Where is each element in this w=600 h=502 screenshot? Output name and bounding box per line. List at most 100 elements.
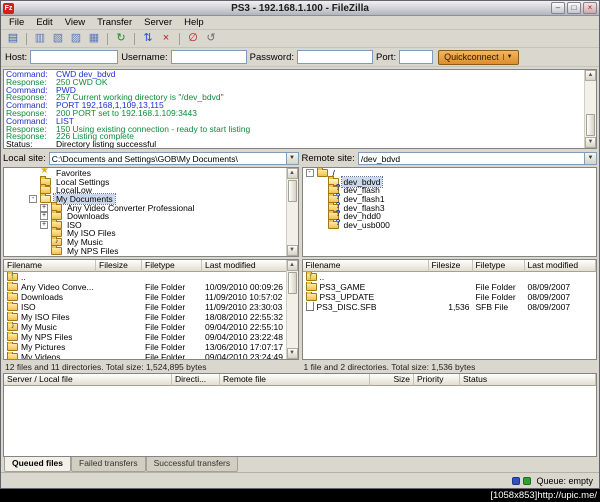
scrollbar-track[interactable]: [287, 295, 298, 348]
scroll-up-icon[interactable]: ▲: [287, 260, 298, 271]
expander-icon[interactable]: -: [306, 169, 314, 177]
menu-view[interactable]: View: [59, 17, 91, 28]
username-input[interactable]: [171, 50, 247, 64]
column-header[interactable]: Filename: [4, 260, 96, 272]
tab-queued-files[interactable]: Queued files: [4, 457, 71, 472]
menu-server[interactable]: Server: [138, 17, 178, 28]
menu-edit[interactable]: Edit: [30, 17, 58, 28]
column-header[interactable]: Server / Local file: [4, 374, 172, 386]
transfer-queue-list[interactable]: [4, 386, 596, 456]
tree-item[interactable]: Favorites: [4, 169, 298, 178]
refresh-button[interactable]: ↻: [112, 31, 130, 47]
expander-icon[interactable]: +: [40, 212, 48, 220]
file-row[interactable]: ISO File Folder 11/09/2010 23:30:03: [4, 302, 298, 312]
file-row[interactable]: Downloads File Folder 11/09/2010 10:57:0…: [4, 292, 298, 302]
file-row[interactable]: Any Video Conve... File Folder 10/09/201…: [4, 282, 298, 292]
file-row[interactable]: My Music File Folder 09/04/2010 22:55:10: [4, 322, 298, 332]
toggle-message-log-button[interactable]: ▥: [31, 31, 49, 47]
menu-help[interactable]: Help: [178, 17, 210, 28]
column-header[interactable]: Filename: [303, 260, 429, 272]
column-header[interactable]: Last modified: [525, 260, 597, 272]
column-header[interactable]: Status: [460, 374, 596, 386]
scroll-down-icon[interactable]: ▼: [585, 137, 596, 148]
menu-transfer[interactable]: Transfer: [91, 17, 138, 28]
menu-file[interactable]: File: [3, 17, 30, 28]
column-header[interactable]: Filesize: [429, 260, 473, 272]
reconnect-button[interactable]: ↺: [202, 31, 220, 47]
scrollbar-thumb[interactable]: [288, 180, 297, 202]
column-header[interactable]: Filetype: [142, 260, 202, 272]
minimize-button[interactable]: –: [551, 2, 565, 14]
log-scrollbar[interactable]: ▲ ▼: [584, 70, 596, 148]
host-input[interactable]: [30, 50, 118, 64]
column-header[interactable]: Size: [370, 374, 414, 386]
file-row[interactable]: My NPS Files File Folder 09/04/2010 23:2…: [4, 332, 298, 342]
port-input[interactable]: [399, 50, 433, 64]
password-input[interactable]: [297, 50, 373, 64]
tree-item[interactable]: + Any Video Converter Professional: [4, 203, 298, 212]
remote-path-input[interactable]: [359, 153, 584, 164]
scrollbar-thumb[interactable]: [288, 272, 297, 294]
file-row[interactable]: PS3_GAME File Folder 08/09/2007: [303, 282, 597, 292]
quickconnect-button[interactable]: Quickconnect ▼: [438, 50, 518, 65]
tree-item[interactable]: dev_usb000: [303, 221, 597, 230]
tree-item[interactable]: LocalLow: [4, 186, 298, 195]
file-row[interactable]: PS3_UPDATE File Folder 08/09/2007: [303, 292, 597, 302]
column-header[interactable]: Filetype: [473, 260, 525, 272]
toggle-local-tree-button[interactable]: ▧: [49, 31, 67, 47]
cancel-button[interactable]: ×: [157, 31, 175, 47]
tree-item[interactable]: + Downloads: [4, 212, 298, 221]
column-header[interactable]: Remote file: [220, 374, 370, 386]
tree-item[interactable]: My ISO Files: [4, 229, 298, 238]
scroll-down-icon[interactable]: ▼: [287, 245, 298, 256]
file-row[interactable]: My ISO Files File Folder 18/08/2010 22:5…: [4, 312, 298, 322]
scrollbar-track[interactable]: [585, 81, 596, 113]
remote-path-combobox[interactable]: ▼: [358, 152, 597, 165]
maximize-button[interactable]: □: [567, 2, 581, 14]
local-tree-scrollbar[interactable]: ▲ ▼: [286, 168, 298, 256]
queue-indicator-icon[interactable]: [523, 477, 531, 485]
local-path-combobox[interactable]: ▼: [49, 152, 299, 165]
toolbar-separator[interactable]: [134, 33, 135, 45]
column-header[interactable]: Directi...: [172, 374, 220, 386]
site-manager-button[interactable]: ▤: [4, 31, 22, 47]
column-header[interactable]: Filesize: [96, 260, 142, 272]
file-row[interactable]: PS3_DISC.SFB 1,536 SFB File 08/09/2007: [303, 302, 597, 312]
scroll-up-icon[interactable]: ▲: [585, 70, 596, 81]
expander-icon[interactable]: -: [29, 195, 37, 203]
chevron-down-icon[interactable]: ▼: [584, 153, 596, 164]
file-row[interactable]: My Pictures File Folder 13/06/2010 17:07…: [4, 342, 298, 352]
toggle-remote-tree-button[interactable]: ▨: [67, 31, 85, 47]
file-row[interactable]: ..: [4, 272, 298, 282]
close-button[interactable]: ×: [583, 2, 597, 14]
file-row[interactable]: My Videos File Folder 09/04/2010 23:24:4…: [4, 352, 298, 359]
network-activity-icon[interactable]: [512, 477, 520, 485]
process-queue-button[interactable]: ⇅: [139, 31, 157, 47]
disconnect-button[interactable]: ∅: [184, 31, 202, 47]
scrollbar-thumb[interactable]: [586, 114, 595, 136]
folder-icon: [306, 293, 317, 301]
scroll-down-icon[interactable]: ▼: [287, 348, 298, 359]
tab-successful-transfers[interactable]: Successful transfers: [146, 457, 239, 472]
toggle-queue-button[interactable]: ▦: [85, 31, 103, 47]
tree-item[interactable]: + ISO: [4, 221, 298, 230]
column-header[interactable]: Priority: [414, 374, 460, 386]
tree-item[interactable]: My Music: [4, 238, 298, 247]
toolbar-separator[interactable]: [107, 33, 108, 45]
chevron-down-icon[interactable]: ▼: [286, 153, 298, 164]
local-path-input[interactable]: [50, 153, 286, 164]
scroll-up-icon[interactable]: ▲: [287, 168, 298, 179]
title-bar[interactable]: Fz PS3 - 192.168.1.100 - FileZilla –□×: [1, 1, 599, 16]
expander-icon[interactable]: +: [40, 204, 48, 212]
file-row[interactable]: ..: [303, 272, 597, 282]
column-header[interactable]: Last modified: [202, 260, 298, 272]
tree-item[interactable]: Local Settings: [4, 178, 298, 187]
chevron-down-icon[interactable]: ▼: [503, 54, 513, 60]
toolbar-separator[interactable]: [26, 33, 27, 45]
expander-icon[interactable]: +: [40, 221, 48, 229]
scrollbar-track[interactable]: [287, 203, 298, 245]
tree-item[interactable]: My NPS Files: [4, 246, 298, 255]
local-list-scrollbar[interactable]: ▲ ▼: [286, 260, 298, 359]
toolbar-separator[interactable]: [179, 33, 180, 45]
tab-failed-transfers[interactable]: Failed transfers: [71, 457, 146, 472]
